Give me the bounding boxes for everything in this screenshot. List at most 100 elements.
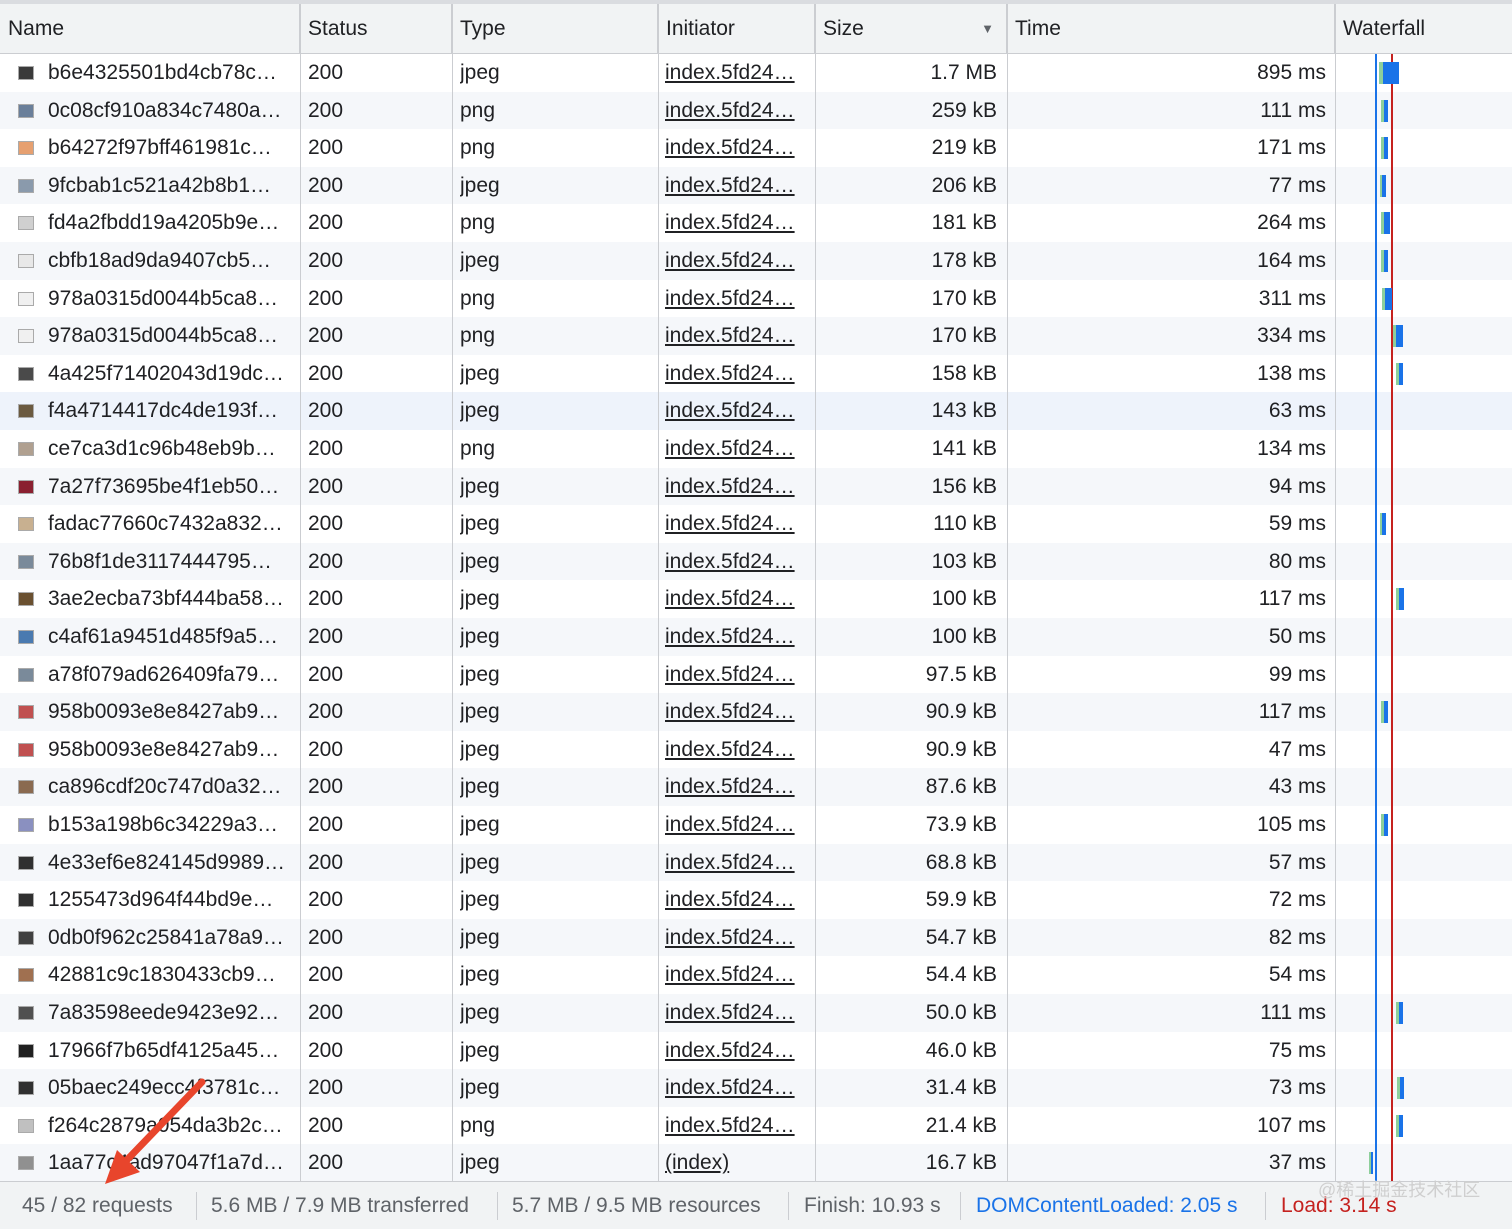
request-type: jpeg [460, 963, 500, 987]
request-size: 21.4 kB [925, 1113, 997, 1137]
request-initiator-link[interactable]: index.5fd24… [665, 468, 805, 506]
table-row[interactable]: f264c2879a054da3b2c… 200 png index.5fd24… 21… [0, 1107, 1512, 1145]
request-status: 200 [308, 211, 344, 235]
request-status: 200 [308, 286, 344, 310]
request-status: 200 [308, 888, 344, 912]
request-initiator-link[interactable]: index.5fd24… [665, 1032, 805, 1070]
image-thumbnail-icon [18, 1006, 34, 1020]
waterfall-download-segment [1385, 287, 1392, 310]
table-row[interactable]: 4a425f71402043d19dc… 200 jpeg index.5fd24… 1… [0, 355, 1512, 393]
table-row[interactable]: f4a4714417dc4de193f… 200 jpeg index.5fd24… 1… [0, 392, 1512, 430]
table-row[interactable]: fd4a2fbdd19a4205b9e… 200 png index.5fd24… 18… [0, 204, 1512, 242]
request-type: jpeg [460, 813, 500, 836]
table-row[interactable]: 0db0f962c25841a78a9… 200 jpeg index.5fd24… 5… [0, 918, 1512, 957]
request-status: 200 [308, 474, 344, 498]
table-row[interactable]: 42881c9c1830433cb9… 200 jpeg index.5fd24… 54… [0, 956, 1512, 994]
table-row[interactable]: 9fcbab1c521a42b8b1… 200 jpeg index.5fd24… 20… [0, 166, 1512, 205]
request-initiator-link[interactable]: index.5fd24… [665, 543, 805, 581]
table-row[interactable]: b6e4325501bd4cb78c… 200 jpeg index.5fd24… 1.… [0, 54, 1512, 92]
waterfall-download-segment [1399, 1002, 1403, 1024]
column-header-type[interactable]: Type [452, 4, 658, 53]
request-initiator-link[interactable]: index.5fd24… [665, 806, 805, 844]
request-initiator-link[interactable]: index.5fd24… [665, 768, 805, 806]
request-status: 200 [308, 61, 344, 84]
request-initiator-link[interactable]: index.5fd24… [665, 355, 805, 393]
column-header-name[interactable]: Name [0, 4, 300, 53]
request-time: 43 ms [1268, 775, 1326, 799]
table-row[interactable]: 958b0093e8e8427ab9… 200 jpeg index.5fd24… 90… [0, 693, 1512, 731]
request-initiator-link[interactable]: index.5fd24… [665, 1069, 805, 1107]
column-divider[interactable] [658, 4, 659, 1181]
request-initiator-link[interactable]: index.5fd24… [665, 919, 805, 957]
request-status: 200 [308, 925, 344, 949]
request-initiator-link[interactable]: index.5fd24… [665, 242, 805, 280]
image-thumbnail-icon [18, 592, 34, 607]
request-time: 164 ms [1257, 249, 1326, 272]
request-initiator-link[interactable]: index.5fd24… [665, 580, 805, 618]
column-divider[interactable] [300, 4, 301, 1181]
request-initiator-link[interactable]: index.5fd24… [665, 392, 805, 430]
request-initiator-link[interactable]: index.5fd24… [665, 280, 805, 318]
column-divider[interactable] [815, 4, 816, 1181]
table-row[interactable]: 4e33ef6e824145d9989… 200 jpeg index.5fd24… 6… [0, 843, 1512, 882]
column-header-waterfall[interactable]: Waterfall [1335, 4, 1512, 53]
table-row[interactable]: 0c08cf910a834c7480a… 200 png index.5fd24… 25… [0, 91, 1512, 130]
request-initiator-link[interactable]: index.5fd24… [665, 881, 805, 919]
request-time: 94 ms [1268, 474, 1326, 498]
request-initiator-link[interactable]: index.5fd24… [665, 656, 805, 694]
table-row[interactable]: 7a27f73695be4f1eb50… 200 jpeg index.5fd24… 1… [0, 467, 1512, 506]
column-header-status[interactable]: Status [300, 4, 452, 53]
request-initiator-link[interactable]: index.5fd24… [665, 994, 805, 1032]
column-divider[interactable] [1007, 4, 1008, 1181]
request-size: 73.9 kB [925, 813, 997, 836]
table-row[interactable]: a78f079ad626409fa79… 200 jpeg index.5fd24… 9… [0, 656, 1512, 694]
request-initiator-link[interactable]: index.5fd24… [665, 693, 805, 731]
table-row[interactable]: ca896cdf20c747d0a32… 200 jpeg index.5fd24… 8… [0, 768, 1512, 806]
request-initiator-link[interactable]: index.5fd24… [665, 317, 805, 355]
table-row[interactable]: 3ae2ecba73bf444ba58… 200 jpeg index.5fd24… 1… [0, 580, 1512, 618]
request-name: 1aa77c4ad97047f1a7d… [48, 1151, 284, 1175]
table-row[interactable]: 1255473d964f44bd9e… 200 jpeg index.5fd24… 59… [0, 881, 1512, 919]
table-row[interactable]: ce7ca3d1c96b48eb9b… 200 png index.5fd24… 141… [0, 430, 1512, 468]
table-row[interactable]: 978a0315d0044b5ca8… 200 png index.5fd24… 170… [0, 280, 1512, 318]
request-initiator-link[interactable]: index.5fd24… [665, 92, 805, 130]
dom-content-loaded-marker [1375, 54, 1377, 1181]
request-initiator-link[interactable]: index.5fd24… [665, 844, 805, 882]
request-time: 138 ms [1257, 361, 1326, 385]
request-initiator-link[interactable]: index.5fd24… [665, 204, 805, 242]
request-initiator-link[interactable]: index.5fd24… [665, 618, 805, 656]
table-row[interactable]: 1aa77c4ad97047f1a7d… 200 jpeg (index) 16.7 k… [0, 1144, 1512, 1182]
request-initiator-link[interactable]: index.5fd24… [665, 430, 805, 468]
table-row[interactable]: 17966f7b65df4125a45… 200 jpeg index.5fd24… 4… [0, 1032, 1512, 1070]
request-initiator-link[interactable]: index.5fd24… [665, 731, 805, 769]
table-row[interactable]: 76b8f1de3117444795… 200 jpeg index.5fd24… 10… [0, 542, 1512, 581]
column-divider[interactable] [452, 4, 453, 1181]
request-initiator-link[interactable]: index.5fd24… [665, 167, 805, 205]
request-initiator-link[interactable]: index.5fd24… [665, 505, 805, 543]
request-initiator-link[interactable]: index.5fd24… [665, 129, 805, 167]
request-name: c4af61a9451d485f9a5… [48, 625, 279, 648]
table-row[interactable]: 958b0093e8e8427ab9… 200 jpeg index.5fd24… 90… [0, 731, 1512, 769]
table-row[interactable]: 7a83598eede9423e92… 200 jpeg index.5fd24… 50… [0, 994, 1512, 1032]
image-thumbnail-icon [18, 1156, 34, 1171]
table-row[interactable]: fadac77660c7432a832… 200 jpeg index.5fd24… 1… [0, 505, 1512, 543]
column-header-size[interactable]: Size ▼ [815, 4, 1007, 53]
request-initiator-link[interactable]: (index) [665, 1144, 805, 1182]
table-row[interactable]: b64272f97bff461981c… 200 png index.5fd24… 21… [0, 129, 1512, 167]
request-type: jpeg [460, 587, 500, 611]
table-row[interactable]: 05baec249ecc4f3781c… 200 jpeg index.5fd24… 3… [0, 1069, 1512, 1107]
request-initiator-link[interactable]: index.5fd24… [665, 54, 805, 92]
column-header-initiator[interactable]: Initiator [658, 4, 815, 53]
column-header-time[interactable]: Time [1007, 4, 1335, 53]
request-initiator-link[interactable]: index.5fd24… [665, 1107, 805, 1145]
table-row[interactable]: c4af61a9451d485f9a5… 200 jpeg index.5fd24… 1… [0, 618, 1512, 656]
image-thumbnail-icon [18, 667, 34, 682]
request-time: 80 ms [1268, 549, 1326, 573]
request-initiator-link[interactable]: index.5fd24… [665, 956, 805, 994]
table-row[interactable]: cbfb18ad9da9407cb5… 200 jpeg index.5fd24… 17… [0, 242, 1512, 280]
table-row[interactable]: 978a0315d0044b5ca8… 200 png index.5fd24… 170… [0, 317, 1512, 355]
status-separator [196, 1192, 197, 1220]
request-size: 46.0 kB [925, 1038, 997, 1062]
table-row[interactable]: b153a198b6c34229a3… 200 jpeg index.5fd24… 73… [0, 806, 1512, 844]
request-type: jpeg [460, 775, 500, 799]
